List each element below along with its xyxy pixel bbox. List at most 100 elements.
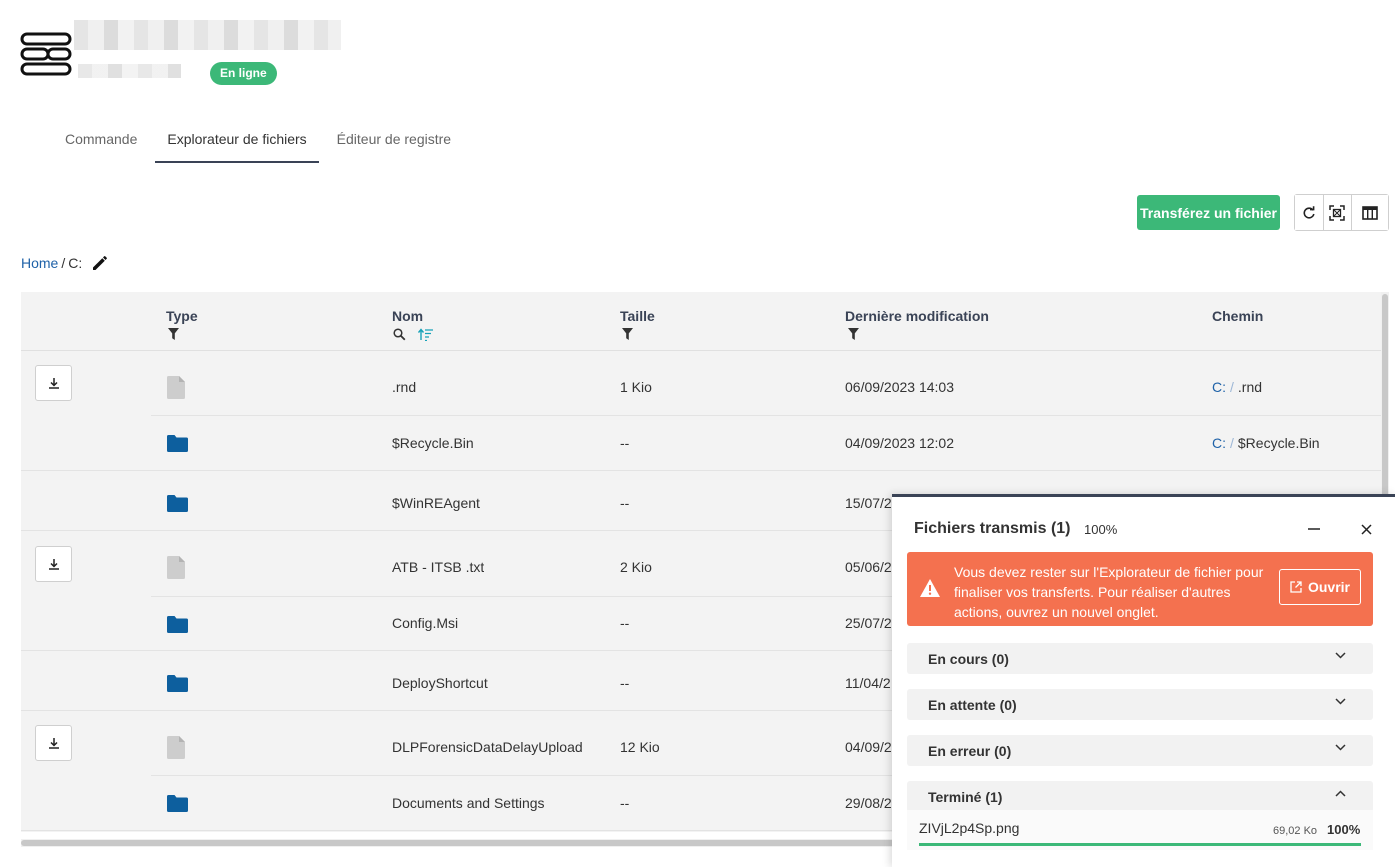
file-modified: 25/07/2 — [845, 615, 892, 631]
column-name: Nom — [392, 308, 424, 324]
progress-fill — [919, 843, 1361, 846]
file-name[interactable]: DeployShortcut — [392, 675, 488, 691]
file-icon — [167, 736, 185, 759]
columns-icon — [1362, 205, 1378, 220]
tab-registry-editor[interactable]: Éditeur de registre — [319, 118, 469, 163]
file-name[interactable]: ATB - ITSB .txt — [392, 559, 484, 575]
filter-icon[interactable] — [168, 328, 179, 340]
folder-icon — [167, 616, 188, 633]
device-info-redacted — [78, 64, 181, 78]
filter-icon[interactable] — [848, 328, 859, 340]
file-size: -- — [620, 435, 630, 451]
table-header: Type Nom Taille Dernière modification Ch… — [21, 292, 1381, 351]
file-name[interactable]: .rnd — [392, 379, 416, 395]
file-modified: 04/09/2023 12:02 — [845, 435, 954, 451]
download-button[interactable] — [35, 725, 72, 761]
fit-screen-button[interactable] — [1323, 195, 1353, 230]
warning-icon — [920, 579, 940, 597]
warning-alert: Vous devez rester sur l'Explorateur de f… — [907, 552, 1373, 626]
column-type: Type — [166, 308, 198, 324]
path-root-link[interactable]: C: — [1212, 435, 1226, 451]
section-error[interactable]: En erreur (0) — [907, 735, 1373, 766]
file-name[interactable]: $WinREAgent — [392, 495, 480, 511]
upload-file-button[interactable]: Transférez un fichier — [1137, 195, 1280, 230]
file-size: -- — [620, 675, 630, 691]
sort-ascending-icon[interactable] — [418, 328, 433, 341]
fit-screen-icon — [1329, 204, 1346, 221]
horizontal-scrollbar-thumb[interactable] — [21, 840, 901, 846]
file-modified: 04/09/2 — [845, 739, 892, 755]
file-icon — [167, 556, 185, 579]
column-size: Taille — [620, 308, 655, 324]
tab-bar: Commande Explorateur de fichiers Éditeur… — [47, 118, 469, 163]
device-name-redacted — [74, 20, 341, 50]
app-logo-icon — [20, 32, 72, 76]
open-new-tab-button[interactable]: Ouvrir — [1279, 569, 1361, 605]
chevron-down-icon — [1335, 744, 1346, 751]
file-name[interactable]: Documents and Settings — [392, 795, 545, 811]
folder-icon — [167, 795, 188, 812]
download-button[interactable] — [35, 546, 72, 582]
download-icon — [48, 738, 59, 749]
edit-path-button[interactable] — [91, 254, 109, 272]
file-name[interactable]: $Recycle.Bin — [392, 435, 474, 451]
chevron-down-icon — [1335, 652, 1346, 659]
minimize-button[interactable] — [1302, 517, 1326, 541]
column-path: Chemin — [1212, 308, 1264, 324]
completed-file-size: 69,02 Ko — [1273, 825, 1318, 837]
table-row[interactable]: .rnd 1 Kio 06/09/2023 14:03 C: / .rnd — [151, 351, 1381, 416]
breadcrumb-home[interactable]: Home — [21, 255, 58, 271]
file-explorer-page: En ligne Commande Explorateur de fichier… — [0, 0, 1395, 867]
refresh-icon — [1303, 205, 1315, 219]
file-size: 1 Kio — [620, 379, 652, 395]
columns-button[interactable] — [1352, 195, 1388, 230]
close-button[interactable] — [1354, 517, 1378, 541]
file-modified: 11/04/2 — [845, 675, 891, 691]
column-modified: Dernière modification — [845, 308, 989, 324]
alert-text: Vous devez rester sur l'Explorateur de f… — [954, 564, 1264, 620]
completed-file-percent: 100% — [1327, 822, 1361, 837]
panel-percent: 100% — [1084, 522, 1118, 537]
breadcrumb: Home / C: — [21, 254, 109, 272]
tab-file-explorer[interactable]: Explorateur de fichiers — [155, 118, 319, 163]
pencil-icon — [93, 256, 108, 270]
section-completed[interactable]: Terminé (1) — [907, 781, 1373, 812]
file-name[interactable]: DLPForensicDataDelayUpload — [392, 739, 592, 755]
minimize-icon — [1308, 528, 1320, 530]
file-name[interactable]: Config.Msi — [392, 615, 458, 631]
path-root-link[interactable]: C: — [1212, 379, 1226, 395]
breadcrumb-separator: / — [61, 255, 66, 271]
refresh-button[interactable] — [1295, 195, 1324, 230]
file-size: -- — [620, 495, 630, 511]
folder-icon — [167, 435, 188, 452]
open-label: Ouvrir — [1307, 579, 1350, 595]
file-icon — [167, 376, 185, 399]
download-button[interactable] — [35, 365, 72, 401]
view-tools-group — [1294, 194, 1389, 231]
folder-icon — [167, 495, 188, 512]
file-modified: 05/06/2 — [845, 559, 892, 575]
file-size: -- — [620, 615, 630, 631]
section-pending[interactable]: En attente (0) — [907, 689, 1373, 720]
file-modified: 15/07/2 — [845, 495, 892, 511]
breadcrumb-current: C: — [68, 255, 83, 271]
table-row-group: .rnd 1 Kio 06/09/2023 14:03 C: / .rnd $Rec… — [21, 351, 1381, 471]
file-size: -- — [620, 795, 630, 811]
close-icon — [1360, 523, 1372, 535]
chevron-up-icon — [1335, 790, 1346, 797]
filter-icon[interactable] — [622, 328, 633, 340]
tab-command[interactable]: Commande — [47, 118, 155, 163]
panel-title: Fichiers transmis (1) — [914, 520, 1071, 537]
file-modified: 29/08/2 — [845, 795, 892, 811]
progress-bar — [919, 843, 1361, 846]
section-in-progress[interactable]: En cours (0) — [907, 643, 1373, 674]
search-icon[interactable] — [393, 328, 406, 341]
vertical-scrollbar-thumb[interactable] — [1382, 294, 1388, 504]
completed-file-item: ZIVjL2p4Sp.png 69,02 Ko 100% — [907, 810, 1373, 850]
download-icon — [48, 378, 59, 389]
chevron-down-icon — [1335, 698, 1346, 705]
file-size: 12 Kio — [620, 739, 660, 755]
file-path: C: / .rnd — [1212, 379, 1263, 395]
download-icon — [48, 559, 59, 570]
table-row[interactable]: $Recycle.Bin -- 04/09/2023 12:02 C: / $Rec… — [151, 416, 1381, 471]
